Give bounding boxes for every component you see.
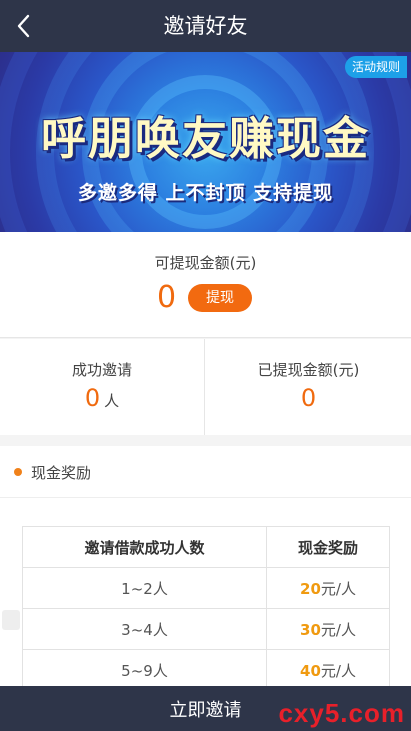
invited-count-unit: 人: [104, 392, 120, 410]
banner-headline: 呼朋唤友赚现金: [40, 112, 370, 165]
reward-unit: 元/人: [320, 620, 356, 639]
table-row: 5~9人 40元/人: [22, 649, 390, 691]
promo-banner: 活动规则 呼朋唤友赚现金 多邀多得 上不封顶 支持提现: [0, 52, 411, 232]
reward-table: 邀请借款成功人数 现金奖励 1~2人 20元/人 3~4人 30元/人 5~9人…: [22, 526, 390, 691]
reward-unit: 元/人: [320, 661, 356, 680]
table-row: 1~2人 20元/人: [22, 567, 390, 609]
top-navigation-bar: 邀请好友: [0, 0, 411, 52]
table-header-reward: 现金奖励: [266, 526, 390, 568]
section-title: 现金奖励: [31, 464, 92, 482]
bullet-dot-icon: [14, 468, 22, 476]
withdrawable-amount: 0: [157, 280, 177, 315]
table-header-count: 邀请借款成功人数: [22, 526, 267, 568]
activity-rules-button[interactable]: 活动规则: [344, 56, 407, 78]
reward-amount: 30: [300, 620, 321, 639]
reward-cell: 30元/人: [266, 608, 390, 650]
reward-cell: 40元/人: [266, 649, 390, 691]
banner-subline: 多邀多得 上不封顶 支持提现: [77, 182, 334, 204]
invited-count-stat: 成功邀请 0人: [0, 339, 205, 435]
withdrawn-amount-stat: 已提现金额(元) 0: [206, 339, 411, 435]
reward-unit: 元/人: [320, 579, 356, 598]
invite-range-cell: 5~9人: [22, 649, 267, 691]
floating-side-tab[interactable]: [2, 610, 20, 630]
withdraw-button[interactable]: 提现: [188, 284, 252, 312]
withdrawable-label: 可提现金额(元): [154, 254, 257, 272]
cash-reward-section-header: 现金奖励: [0, 446, 411, 498]
reward-amount: 20: [300, 579, 321, 598]
table-row: 3~4人 30元/人: [22, 608, 390, 650]
invite-range-cell: 3~4人: [22, 608, 267, 650]
withdrawable-amount-card: 可提现金额(元) 0 提现: [0, 232, 411, 338]
invite-stats: 成功邀请 0人 已提现金额(元) 0: [0, 339, 411, 435]
withdrawn-amount-label: 已提现金额(元): [257, 361, 360, 379]
invited-count-value: 0: [84, 384, 101, 412]
page-title: 邀请好友: [163, 14, 248, 38]
withdrawn-amount-value: 0: [300, 384, 317, 412]
watermark-logo: cxy5.com: [278, 698, 405, 728]
invited-count-value-row: 0人: [0, 384, 204, 412]
reward-cell: 20元/人: [266, 567, 390, 609]
table-header-row: 邀请借款成功人数 现金奖励: [22, 526, 390, 568]
invited-count-label: 成功邀请: [71, 361, 132, 379]
reward-amount: 40: [300, 661, 321, 680]
invite-range-cell: 1~2人: [22, 567, 267, 609]
